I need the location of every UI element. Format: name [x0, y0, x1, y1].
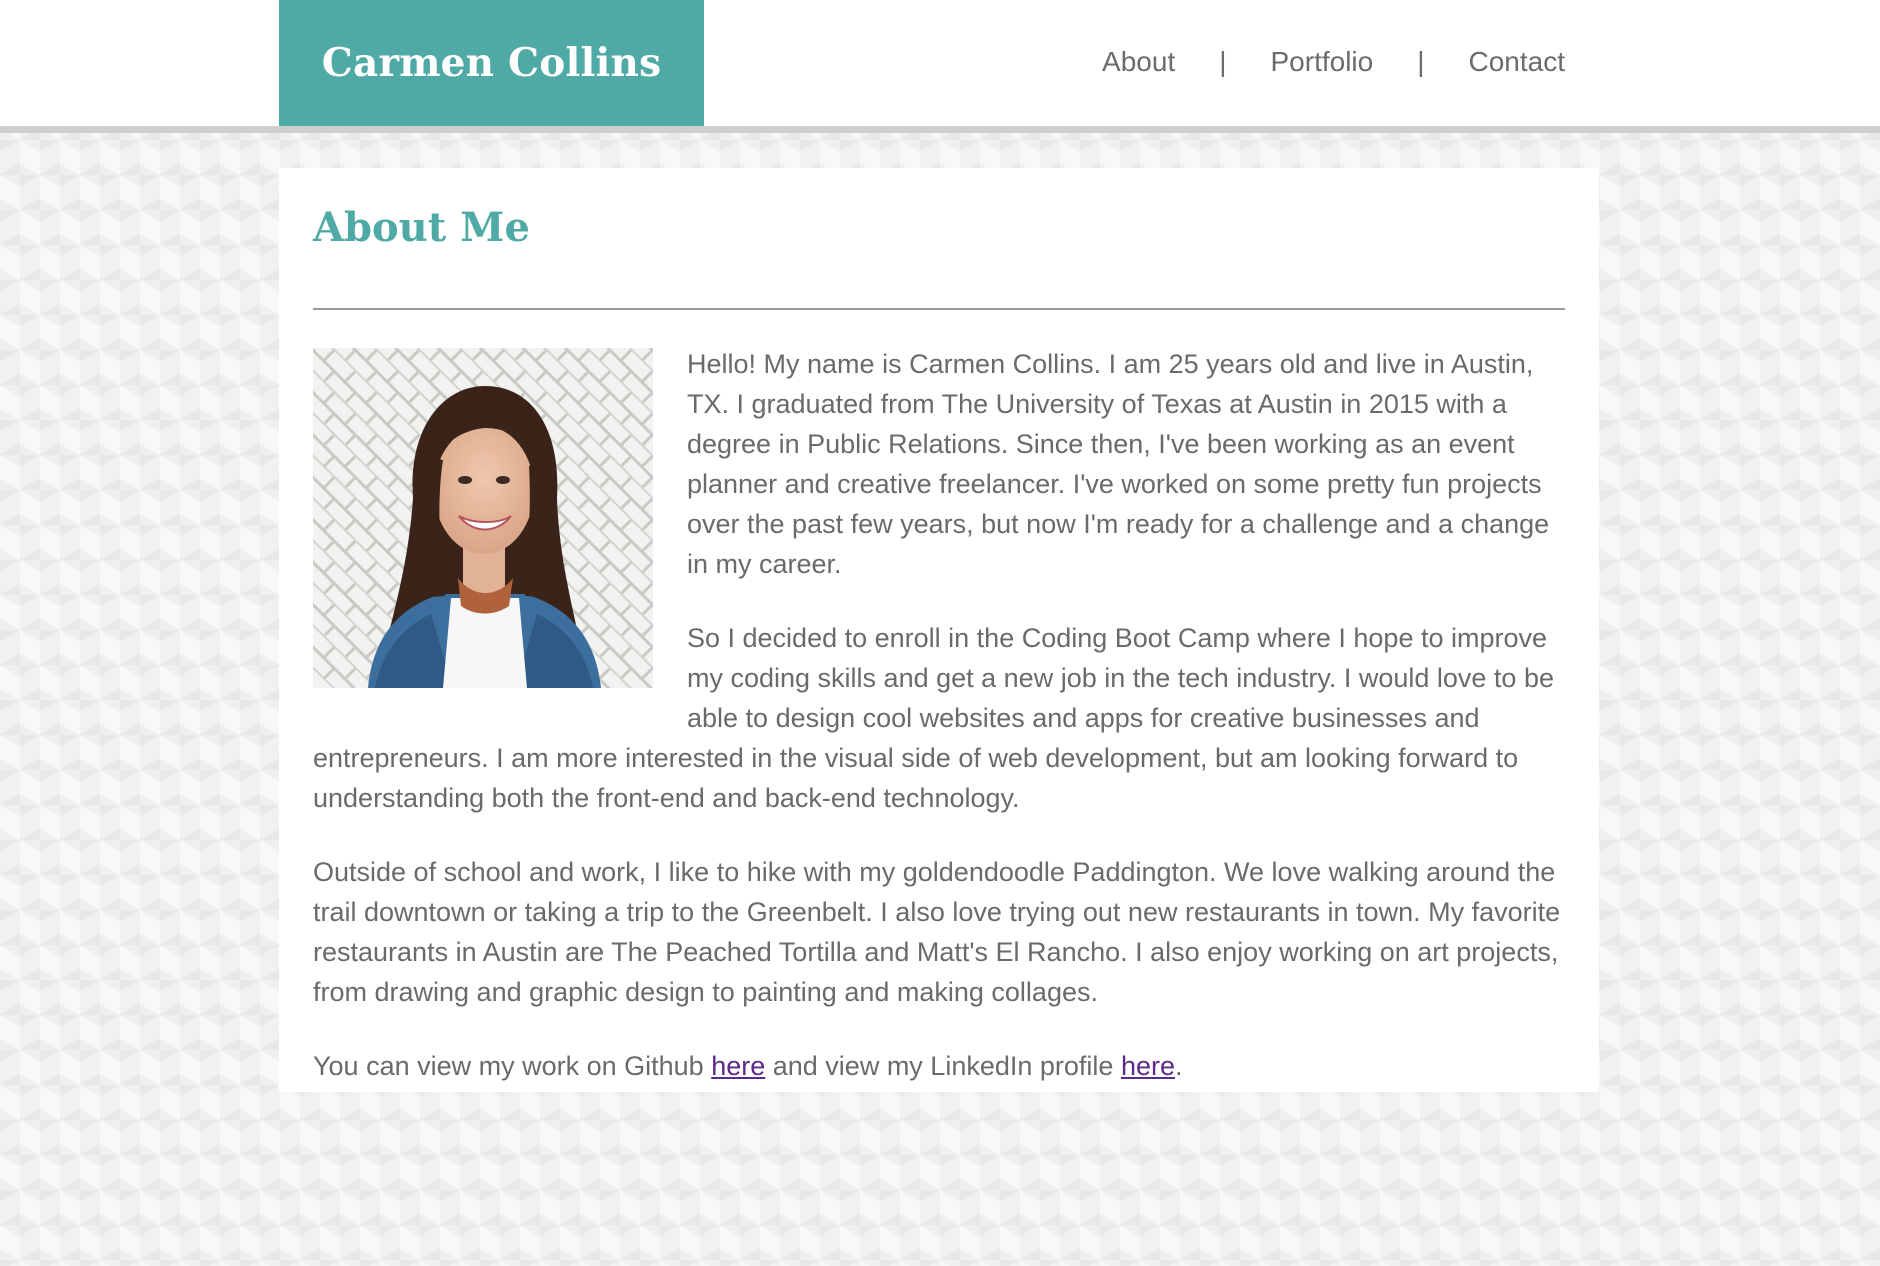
about-card: About Me Hello! My name is Carmen Collin…: [279, 168, 1599, 1092]
site-header: Carmen Collins About | Portfolio | Conta…: [0, 0, 1880, 133]
brand-block[interactable]: Carmen Collins: [279, 0, 704, 126]
links-text: You can view my work on Github: [313, 1051, 712, 1081]
main-nav: About | Portfolio | Contact: [1102, 46, 1565, 78]
github-link[interactable]: here: [711, 1051, 765, 1081]
links-text: .: [1174, 1051, 1183, 1081]
linkedin-link[interactable]: here: [1121, 1051, 1175, 1081]
nav-link-portfolio[interactable]: Portfolio: [1271, 46, 1374, 78]
links-paragraph: You can view my work on Github here and …: [313, 1046, 1565, 1086]
profile-photo: [313, 348, 653, 688]
title-divider: [313, 308, 1565, 310]
site-title[interactable]: Carmen Collins: [322, 40, 661, 86]
links-text: and view my LinkedIn profile: [765, 1051, 1121, 1081]
nav-separator: |: [1417, 46, 1425, 77]
nav-separator: |: [1219, 46, 1227, 77]
nav-link-contact[interactable]: Contact: [1469, 46, 1566, 78]
page-title: About Me: [313, 204, 530, 251]
bio-paragraph: Outside of school and work, I like to hi…: [313, 857, 1561, 1007]
nav-link-about[interactable]: About: [1102, 46, 1175, 78]
